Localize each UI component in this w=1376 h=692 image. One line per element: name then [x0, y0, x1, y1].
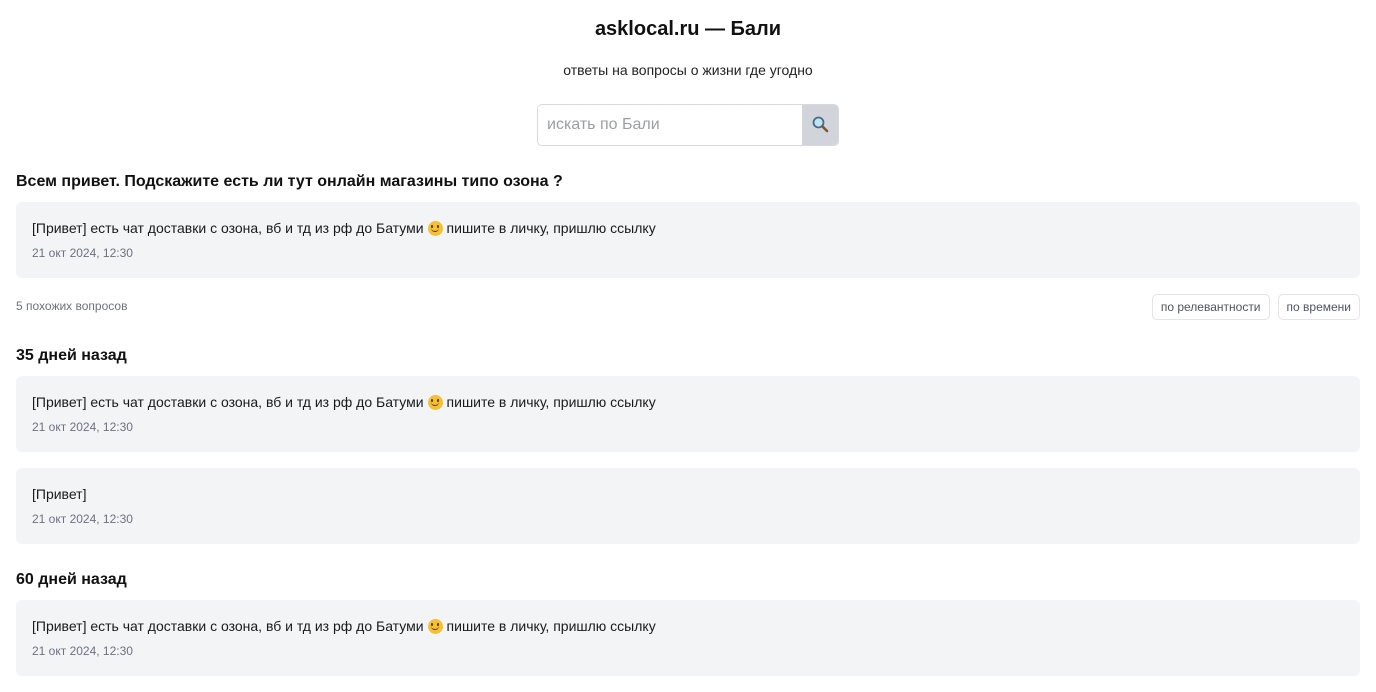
search-icon: [811, 115, 829, 136]
list-item-text: [Привет]: [32, 485, 1344, 503]
sort-relevance-button[interactable]: по релевантности: [1151, 294, 1270, 320]
smiling-face-icon: [427, 618, 443, 634]
list-item-text-part: [Привет]: [32, 486, 87, 502]
similar-count: 5 похожих вопросов: [16, 299, 128, 313]
answer-text-part: [Привет] есть чат доставки с озона, вб и…: [32, 220, 424, 236]
sort-options: по релевантности по времени: [1151, 294, 1360, 320]
list-item[interactable]: [Привет] 21 окт 2024, 12:30: [16, 468, 1360, 544]
list-item[interactable]: [Привет] есть чат доставки с озона, вб и…: [16, 376, 1360, 452]
list-item-text: [Привет] есть чат доставки с озона, вб и…: [32, 617, 1344, 635]
list-item-date: 21 окт 2024, 12:30: [32, 512, 133, 526]
smiling-face-icon: [427, 220, 443, 236]
list-item-text-part: пишите в личку, пришлю ссылку: [446, 618, 656, 634]
page: asklocal.ru — Бали ответы на вопросы о ж…: [0, 0, 1376, 692]
sort-time-button[interactable]: по времени: [1277, 294, 1360, 320]
group-heading: 60 дней назад: [16, 571, 127, 588]
list-item-text: [Привет] есть чат доставки с озона, вб и…: [32, 393, 1344, 411]
answer-text-part: пишите в личку, пришлю ссылку: [446, 220, 656, 236]
site-title: asklocal.ru — Бали: [594, 18, 782, 40]
list-item-date: 21 окт 2024, 12:30: [32, 420, 133, 434]
answer-card: [Привет] есть чат доставки с озона, вб и…: [16, 202, 1360, 278]
answer-date: 21 окт 2024, 12:30: [32, 246, 133, 260]
list-item-date: 21 окт 2024, 12:30: [32, 644, 133, 658]
list-item-text-part: пишите в личку, пришлю ссылку: [446, 394, 656, 410]
answer-text: [Привет] есть чат доставки с озона, вб и…: [32, 219, 1344, 237]
smiling-face-icon: [427, 394, 443, 410]
question-title: Всем привет. Подскажите есть ли тут онла…: [16, 173, 563, 190]
tagline: ответы на вопросы о жизни где угодно: [563, 62, 813, 78]
search-input[interactable]: [538, 105, 802, 145]
group-heading: 35 дней назад: [16, 347, 127, 364]
list-item[interactable]: [Привет] есть чат доставки с озона, вб и…: [16, 600, 1360, 676]
search-button[interactable]: [802, 105, 838, 145]
list-item-text-part: [Привет] есть чат доставки с озона, вб и…: [32, 394, 424, 410]
list-item-text-part: [Привет] есть чат доставки с озона, вб и…: [32, 618, 424, 634]
search-bar: [537, 104, 839, 146]
